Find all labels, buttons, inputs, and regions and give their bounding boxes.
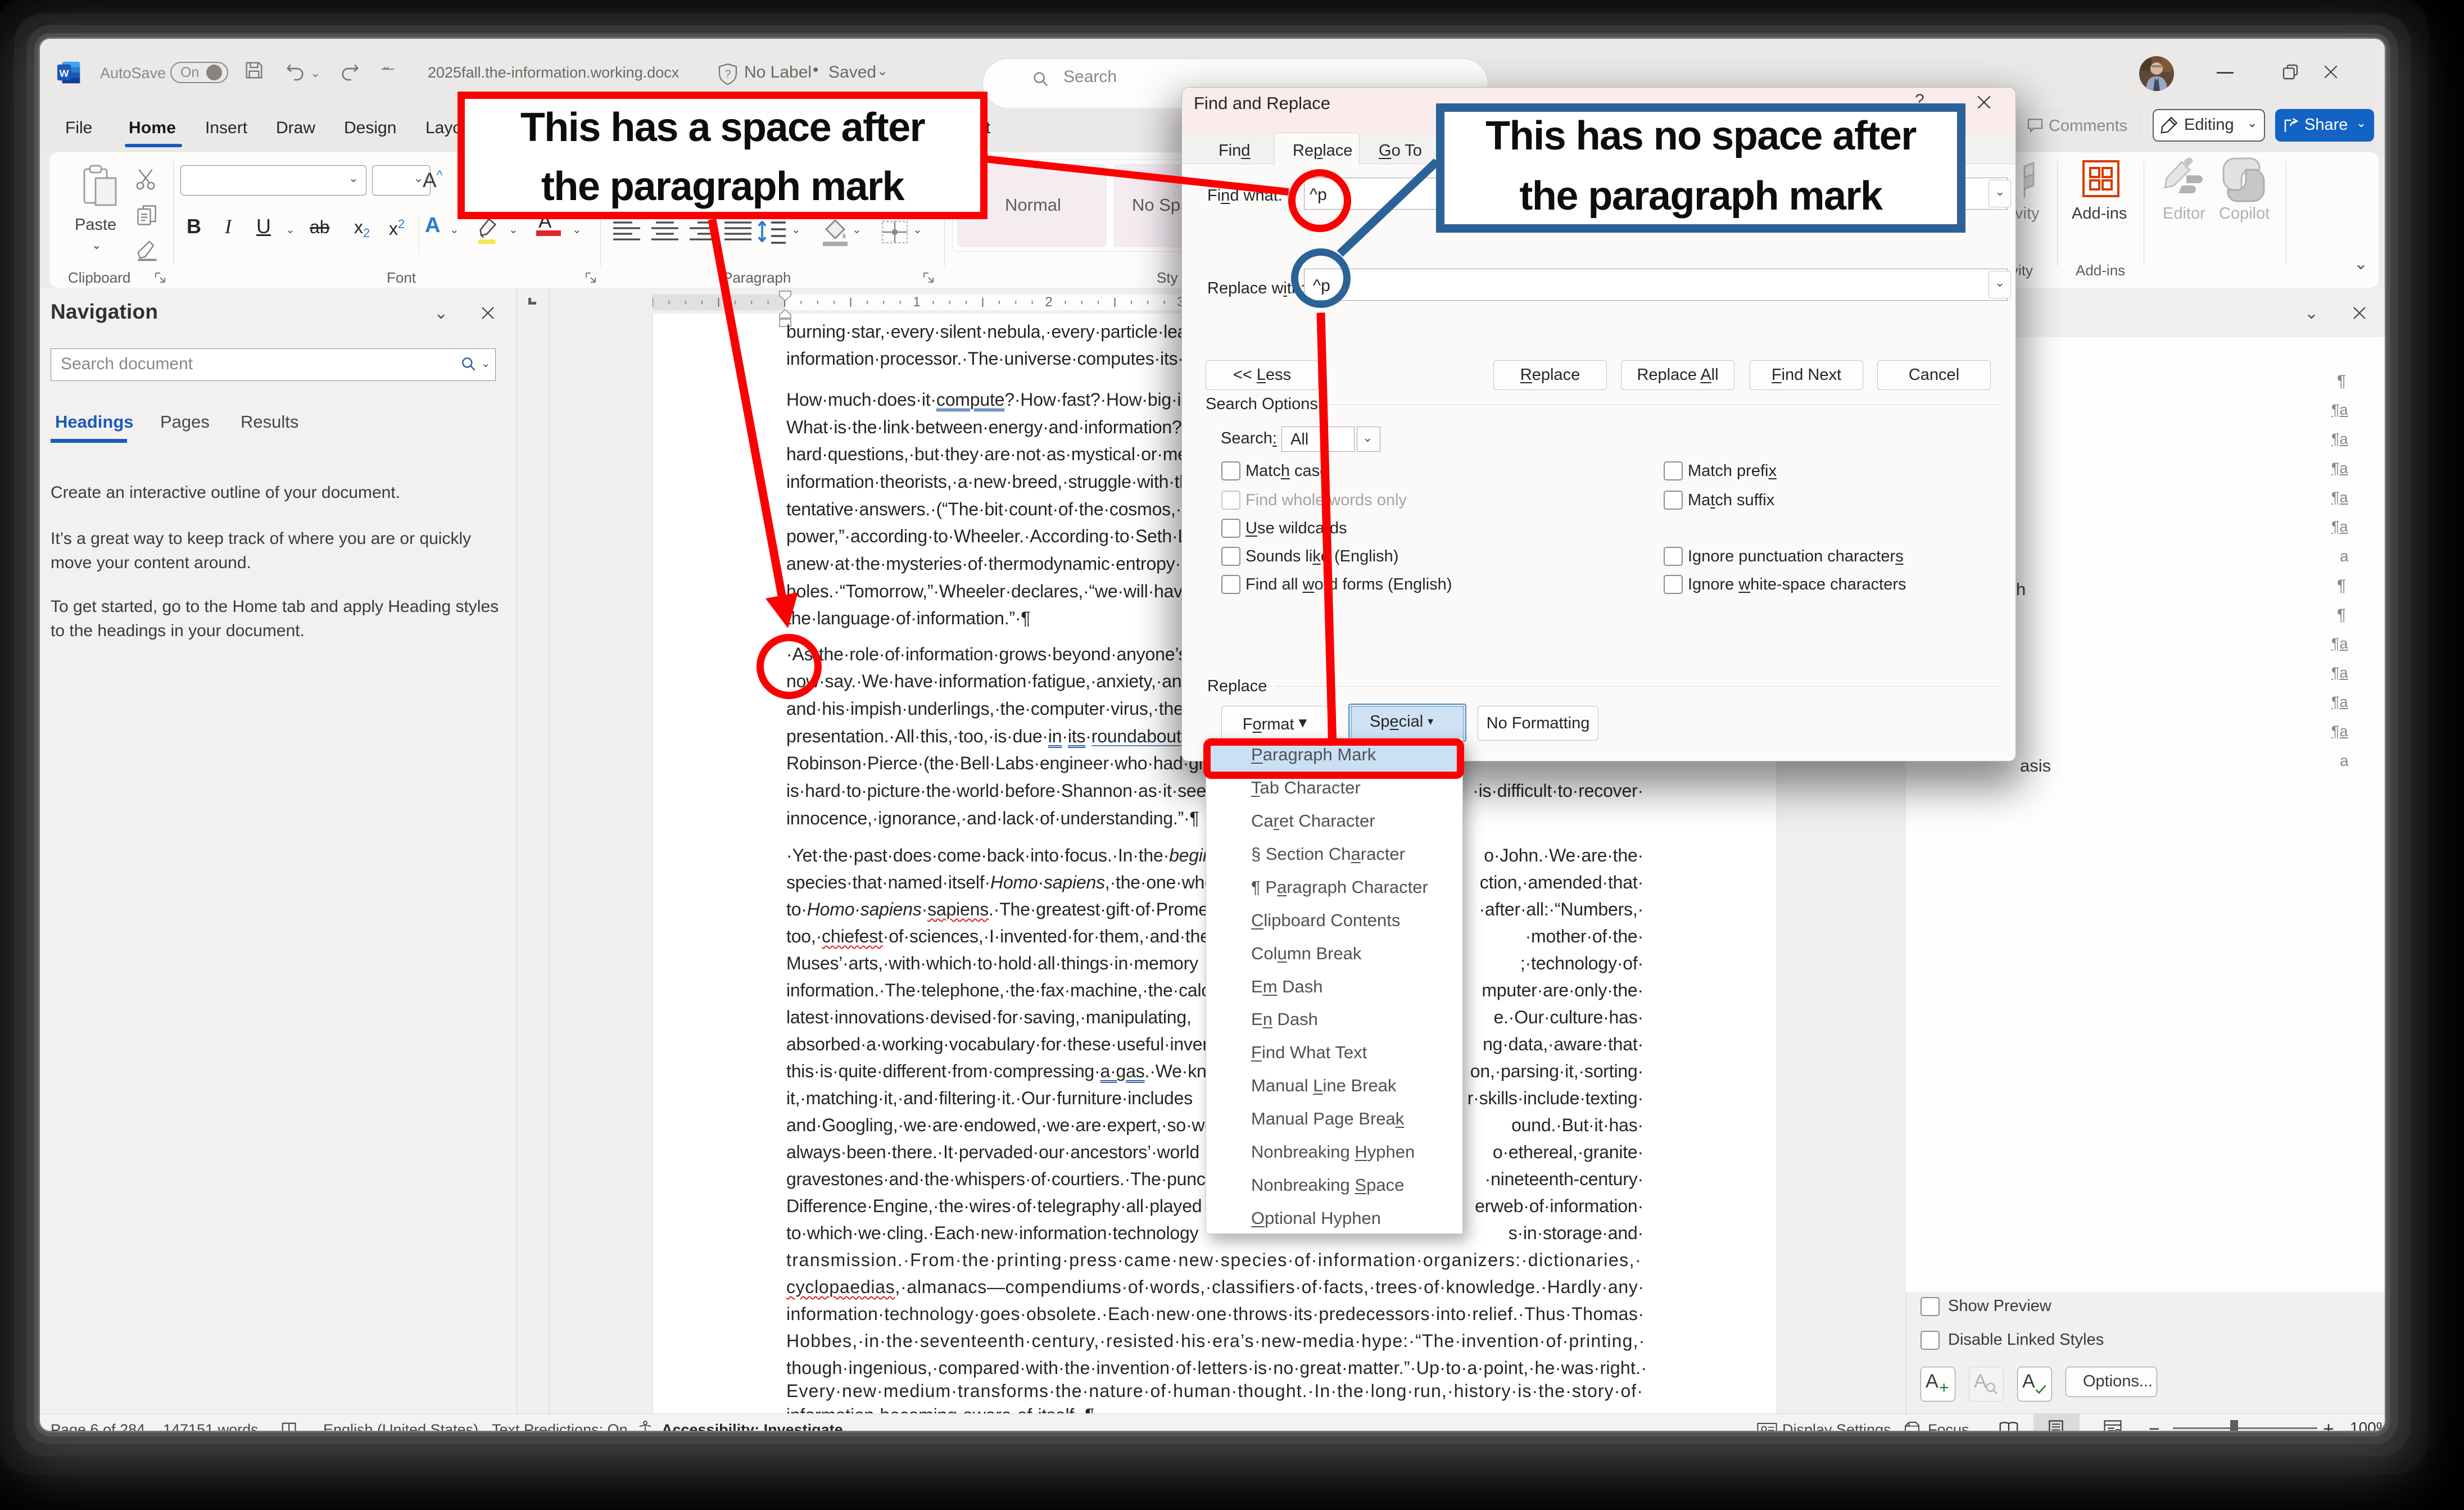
svg-text:?: ? <box>725 68 731 80</box>
svg-text:2: 2 <box>1045 294 1052 310</box>
svg-text:1: 1 <box>913 294 920 310</box>
svg-text:W: W <box>60 68 69 79</box>
